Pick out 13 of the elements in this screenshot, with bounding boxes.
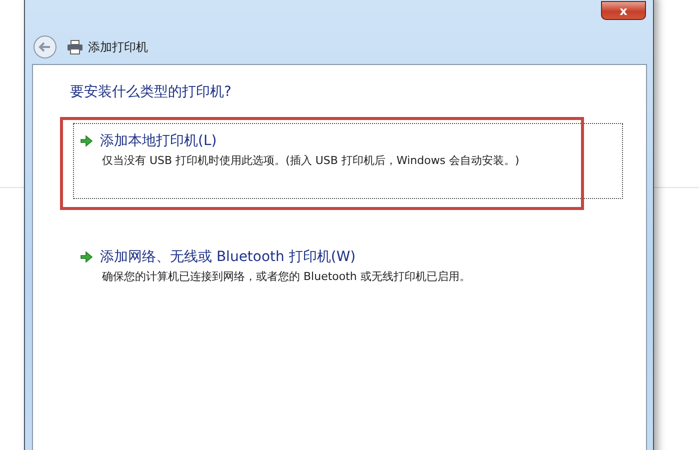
option-description: 仅当没有 USB 打印机时使用此选项。(插入 USB 打印机后，Windows 会自动安装。)	[102, 153, 520, 168]
close-button[interactable]: x	[601, 1, 646, 20]
arrow-icon	[80, 251, 93, 263]
arrow-icon	[80, 135, 93, 147]
printer-icon	[67, 40, 83, 54]
option-label: 添加网络、无线或 Bluetooth 打印机(W)	[100, 248, 356, 266]
page-heading: 要安装什么类型的打印机?	[70, 83, 232, 101]
option-description: 确保您的计算机已连接到网络，或者您的 Bluetooth 或无线打印机已启用。	[102, 269, 472, 284]
printer-type-option[interactable]: 添加网络、无线或 Bluetooth 打印机(W) 确保您的计算机已连接到网络，或者您的 Bluetooth 或无线打印机已启用。	[73, 239, 623, 315]
window-title: 添加打印机	[88, 38, 148, 56]
back-icon[interactable]	[33, 35, 57, 59]
printer-type-option[interactable]: 添加本地打印机(L) 仅当没有 USB 打印机时使用此选项。(插入 USB 打印机后，Windows 会自动安装。)	[73, 123, 623, 199]
option-label: 添加本地打印机(L)	[100, 132, 217, 150]
